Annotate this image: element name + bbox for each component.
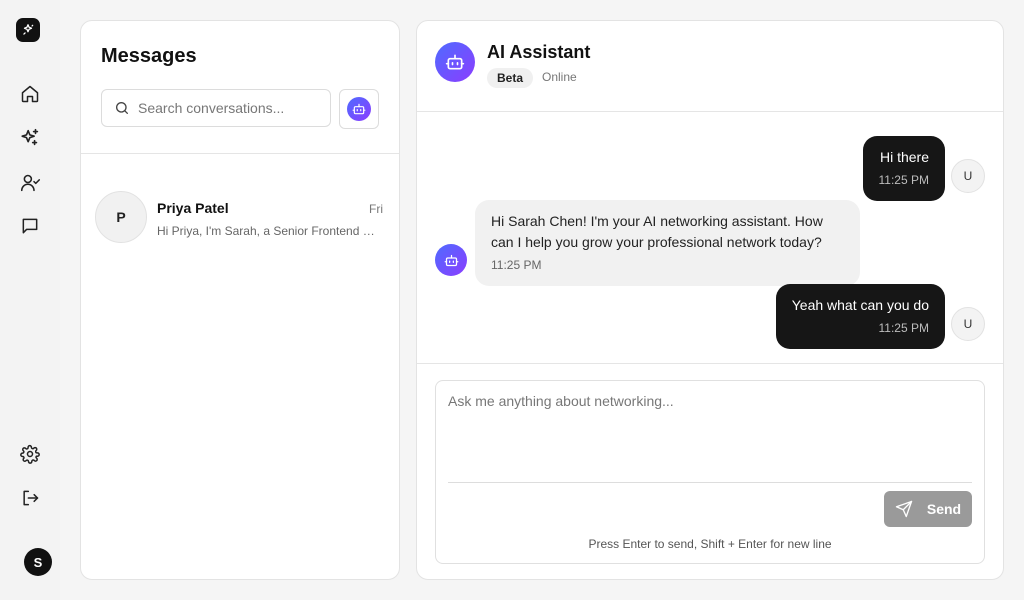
- settings-icon: [20, 444, 40, 464]
- message-time: 11:25 PM: [491, 258, 542, 272]
- message-square-icon: [22, 218, 38, 234]
- page-title: Messages: [101, 45, 197, 67]
- user-avatar: U: [951, 307, 985, 341]
- send-label: Send: [926, 501, 962, 517]
- bot-icon: [444, 254, 458, 266]
- conversation-name: Priya Patel: [157, 200, 229, 216]
- status-text: Online: [542, 70, 577, 84]
- nav-logout[interactable]: [18, 486, 42, 510]
- message-text: Hi there: [879, 149, 929, 165]
- nav-ai[interactable]: [18, 126, 42, 150]
- app-logo[interactable]: [16, 18, 40, 42]
- sidebar-rail: S: [0, 0, 60, 600]
- composer-hint: Press Enter to send, Shift + Enter for n…: [588, 537, 832, 551]
- message-input[interactable]: [448, 393, 972, 477]
- profile-avatar[interactable]: S: [24, 548, 52, 576]
- beta-badge: Beta: [487, 68, 534, 88]
- conversation-item[interactable]: P Priya Patel Fri Hi Priya, I'm Sarah, a…: [81, 187, 399, 251]
- message-list[interactable]: Hi there 11:25 PM U Hi Sarah Chen! I'm y…: [417, 112, 1003, 363]
- user-check-icon: [20, 174, 40, 191]
- chat-title: AI Assistant: [487, 42, 591, 62]
- bot-message: Hi Sarah Chen! I'm your AI networking as…: [475, 200, 860, 286]
- bot-avatar: [435, 244, 467, 276]
- nav-connections[interactable]: [18, 170, 42, 194]
- home-icon: [21, 85, 39, 103]
- send-icon: [895, 500, 913, 518]
- send-button[interactable]: Send: [884, 491, 972, 527]
- search-box: [101, 89, 331, 127]
- bot-avatar: [435, 42, 475, 82]
- message-text: Yeah what can you do: [791, 297, 929, 313]
- conversation-time: Fri: [369, 202, 383, 216]
- nav-settings[interactable]: [18, 442, 42, 466]
- conversation-list-panel: Messages P Priya Patel Fri Hi Priya, I'm…: [80, 20, 400, 580]
- chat-panel: AI Assistant Beta Online Hi there 11:25 …: [416, 20, 1004, 580]
- avatar: P: [95, 191, 147, 243]
- divider: [448, 482, 972, 483]
- divider: [417, 363, 1003, 364]
- bot-icon: [445, 54, 465, 70]
- nav-messages[interactable]: [18, 214, 42, 238]
- ai-assistant-button[interactable]: [339, 89, 379, 129]
- message-time: 11:25 PM: [878, 321, 929, 335]
- user-message: Hi there 11:25 PM: [862, 136, 945, 201]
- log-out-icon: [23, 490, 39, 506]
- user-avatar: U: [951, 159, 985, 193]
- nav-home[interactable]: [18, 82, 42, 106]
- message-text: Hi Sarah Chen! I'm your AI networking as…: [491, 213, 823, 250]
- user-message: Yeah what can you do 11:25 PM: [775, 284, 945, 349]
- message-time: 11:25 PM: [878, 173, 929, 187]
- search-icon: [116, 102, 128, 114]
- divider: [81, 153, 399, 154]
- conversation-preview: Hi Priya, I'm Sarah, a Senior Frontend D…: [157, 224, 383, 238]
- bot-icon: [347, 97, 371, 121]
- message-composer: Send Press Enter to send, Shift + Enter …: [435, 380, 985, 564]
- sparkles-icon: [21, 128, 39, 146]
- search-input[interactable]: [138, 100, 328, 116]
